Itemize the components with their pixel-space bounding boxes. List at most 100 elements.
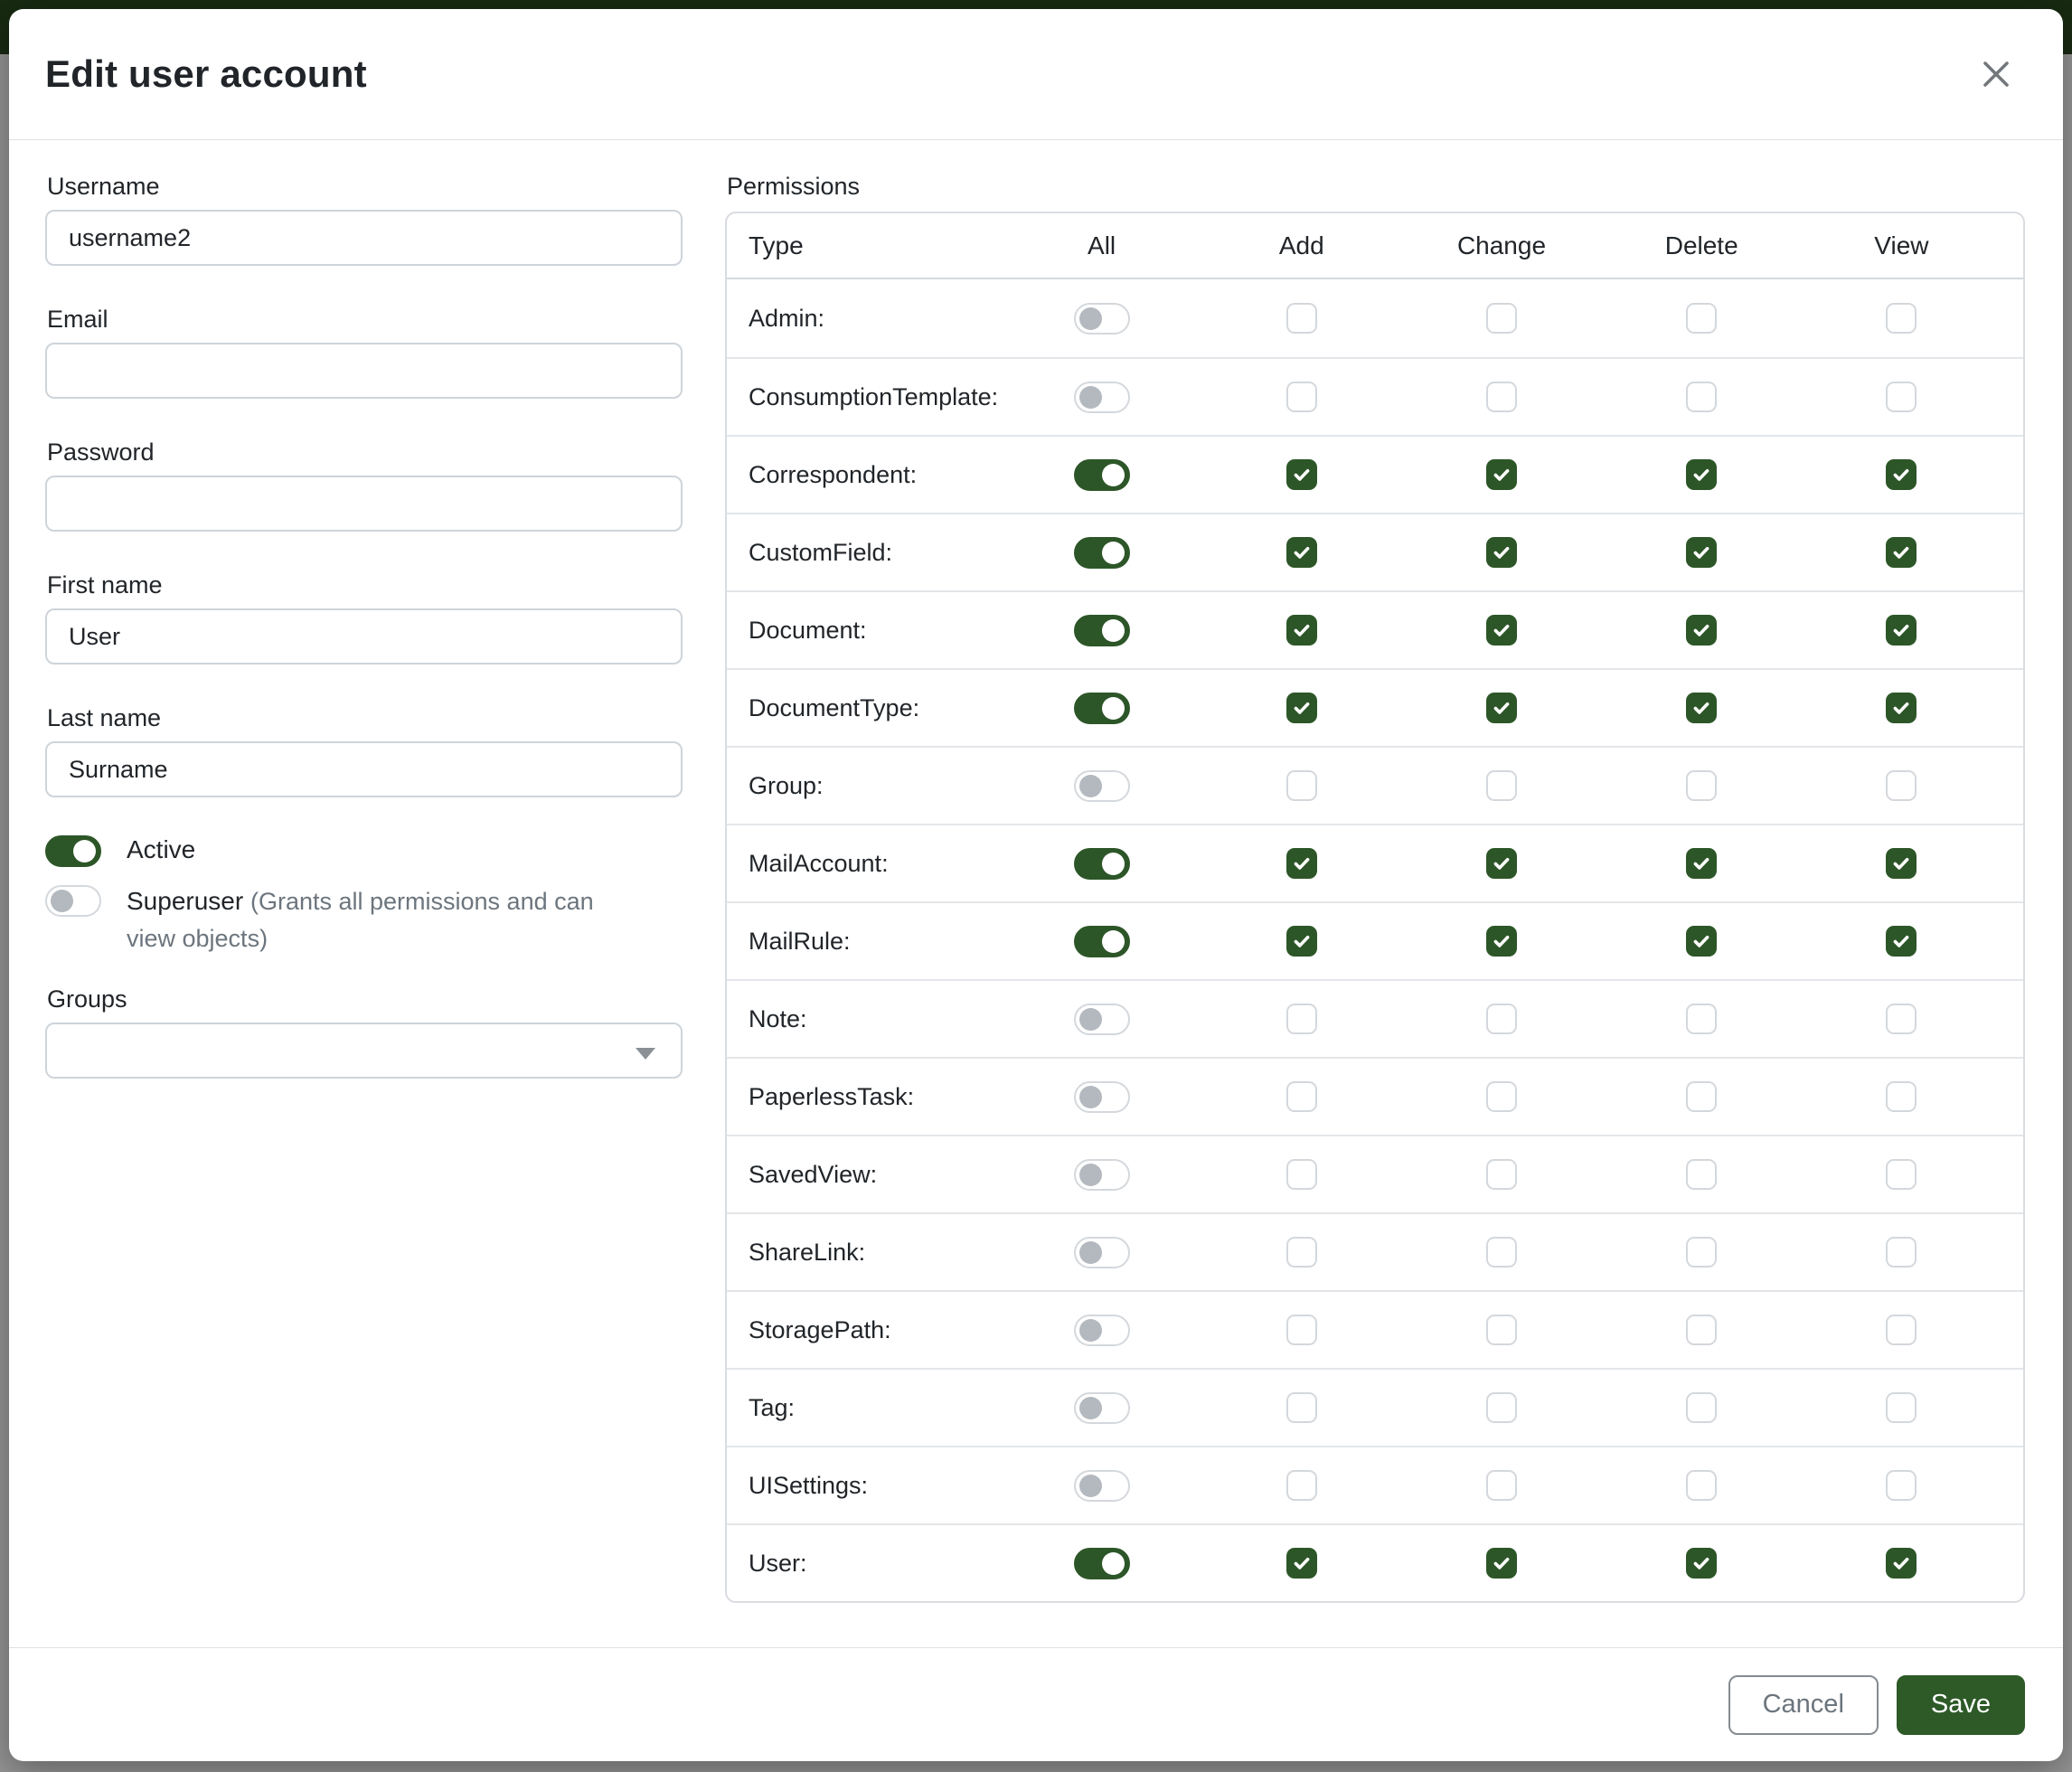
savedview-delete-checkbox[interactable] — [1686, 1159, 1717, 1190]
savedview-all-toggle[interactable] — [1074, 1159, 1130, 1191]
document-change-checkbox[interactable] — [1486, 615, 1517, 646]
user-all-toggle[interactable] — [1074, 1548, 1130, 1579]
mailaccount-all-toggle[interactable] — [1074, 848, 1130, 880]
tag-add-checkbox[interactable] — [1286, 1392, 1317, 1423]
customfield-view-checkbox[interactable] — [1886, 537, 1917, 568]
user-add-checkbox[interactable] — [1286, 1548, 1317, 1579]
documenttype-all-toggle[interactable] — [1074, 693, 1130, 724]
tag-change-checkbox[interactable] — [1486, 1392, 1517, 1423]
user-change-checkbox[interactable] — [1486, 1548, 1517, 1579]
sharelink-delete-checkbox[interactable] — [1686, 1237, 1717, 1268]
save-button[interactable]: Save — [1897, 1675, 2025, 1735]
mailaccount-add-checkbox[interactable] — [1286, 848, 1317, 879]
admin-change-checkbox[interactable] — [1486, 303, 1517, 334]
mailaccount-delete-checkbox[interactable] — [1686, 848, 1717, 879]
storagepath-all-toggle[interactable] — [1074, 1315, 1130, 1346]
consumptiontemplate-delete-checkbox[interactable] — [1686, 382, 1717, 412]
sharelink-view-checkbox[interactable] — [1886, 1237, 1917, 1268]
note-change-checkbox[interactable] — [1486, 1004, 1517, 1034]
cancel-button[interactable]: Cancel — [1728, 1675, 1879, 1735]
first-name-field[interactable] — [45, 608, 683, 664]
sharelink-change-checkbox[interactable] — [1486, 1237, 1517, 1268]
note-add-checkbox[interactable] — [1286, 1004, 1317, 1034]
uisettings-delete-checkbox[interactable] — [1686, 1470, 1717, 1501]
tag-all-toggle[interactable] — [1074, 1392, 1130, 1424]
mailaccount-view-checkbox[interactable] — [1886, 848, 1917, 879]
note-all-toggle[interactable] — [1074, 1004, 1130, 1035]
mailrule-all-toggle[interactable] — [1074, 926, 1130, 957]
customfield-add-checkbox[interactable] — [1286, 537, 1317, 568]
user-view-checkbox[interactable] — [1886, 1548, 1917, 1579]
admin-all-toggle[interactable] — [1074, 303, 1130, 335]
storagepath-change-checkbox[interactable] — [1486, 1315, 1517, 1345]
toggle-knob — [1102, 1552, 1125, 1575]
documenttype-delete-checkbox[interactable] — [1686, 693, 1717, 723]
groups-select[interactable] — [45, 1023, 683, 1079]
paperlesstask-all-toggle[interactable] — [1074, 1081, 1130, 1113]
last-name-field[interactable] — [45, 741, 683, 797]
documenttype-add-checkbox[interactable] — [1286, 693, 1317, 723]
document-add-checkbox[interactable] — [1286, 615, 1317, 646]
savedview-change-checkbox[interactable] — [1486, 1159, 1517, 1190]
superuser-toggle[interactable] — [45, 885, 101, 917]
correspondent-change-checkbox[interactable] — [1486, 459, 1517, 490]
storagepath-view-checkbox[interactable] — [1886, 1315, 1917, 1345]
group-all-toggle[interactable] — [1074, 770, 1130, 802]
correspondent-delete-checkbox[interactable] — [1686, 459, 1717, 490]
tag-delete-checkbox[interactable] — [1686, 1392, 1717, 1423]
group-change-checkbox[interactable] — [1486, 770, 1517, 801]
paperlesstask-change-checkbox[interactable] — [1486, 1081, 1517, 1112]
permission-type-label: StoragePath: — [749, 1316, 1002, 1344]
email-field[interactable] — [45, 343, 683, 399]
sharelink-all-toggle[interactable] — [1074, 1237, 1130, 1268]
consumptiontemplate-change-checkbox[interactable] — [1486, 382, 1517, 412]
mailrule-add-checkbox[interactable] — [1286, 926, 1317, 957]
documenttype-view-checkbox[interactable] — [1886, 693, 1917, 723]
note-delete-checkbox[interactable] — [1686, 1004, 1717, 1034]
consumptiontemplate-view-checkbox[interactable] — [1886, 382, 1917, 412]
documenttype-change-checkbox[interactable] — [1486, 693, 1517, 723]
note-view-checkbox[interactable] — [1886, 1004, 1917, 1034]
customfield-delete-checkbox[interactable] — [1686, 537, 1717, 568]
admin-view-checkbox[interactable] — [1886, 303, 1917, 334]
group-delete-checkbox[interactable] — [1686, 770, 1717, 801]
tag-view-checkbox[interactable] — [1886, 1392, 1917, 1423]
close-icon[interactable] — [1969, 47, 2023, 101]
uisettings-all-toggle[interactable] — [1074, 1470, 1130, 1502]
admin-delete-checkbox[interactable] — [1686, 303, 1717, 334]
mailrule-change-checkbox[interactable] — [1486, 926, 1517, 957]
group-add-checkbox[interactable] — [1286, 770, 1317, 801]
customfield-all-toggle[interactable] — [1074, 537, 1130, 569]
document-all-toggle[interactable] — [1074, 615, 1130, 646]
user-delete-checkbox[interactable] — [1686, 1548, 1717, 1579]
mailrule-delete-checkbox[interactable] — [1686, 926, 1717, 957]
permission-row-paperlesstask: PaperlessTask: — [727, 1057, 2023, 1135]
paperlesstask-add-checkbox[interactable] — [1286, 1081, 1317, 1112]
document-view-checkbox[interactable] — [1886, 615, 1917, 646]
savedview-add-checkbox[interactable] — [1286, 1159, 1317, 1190]
toggle-knob — [1102, 853, 1125, 875]
correspondent-all-toggle[interactable] — [1074, 459, 1130, 491]
mailrule-view-checkbox[interactable] — [1886, 926, 1917, 957]
uisettings-add-checkbox[interactable] — [1286, 1470, 1317, 1501]
storagepath-add-checkbox[interactable] — [1286, 1315, 1317, 1345]
password-field[interactable] — [45, 476, 683, 532]
admin-add-checkbox[interactable] — [1286, 303, 1317, 334]
correspondent-view-checkbox[interactable] — [1886, 459, 1917, 490]
sharelink-add-checkbox[interactable] — [1286, 1237, 1317, 1268]
consumptiontemplate-all-toggle[interactable] — [1074, 382, 1130, 413]
savedview-view-checkbox[interactable] — [1886, 1159, 1917, 1190]
active-toggle[interactable] — [45, 835, 101, 867]
group-view-checkbox[interactable] — [1886, 770, 1917, 801]
username-field[interactable] — [45, 210, 683, 266]
storagepath-delete-checkbox[interactable] — [1686, 1315, 1717, 1345]
document-delete-checkbox[interactable] — [1686, 615, 1717, 646]
uisettings-change-checkbox[interactable] — [1486, 1470, 1517, 1501]
paperlesstask-view-checkbox[interactable] — [1886, 1081, 1917, 1112]
mailaccount-change-checkbox[interactable] — [1486, 848, 1517, 879]
consumptiontemplate-add-checkbox[interactable] — [1286, 382, 1317, 412]
correspondent-add-checkbox[interactable] — [1286, 459, 1317, 490]
uisettings-view-checkbox[interactable] — [1886, 1470, 1917, 1501]
paperlesstask-delete-checkbox[interactable] — [1686, 1081, 1717, 1112]
customfield-change-checkbox[interactable] — [1486, 537, 1517, 568]
